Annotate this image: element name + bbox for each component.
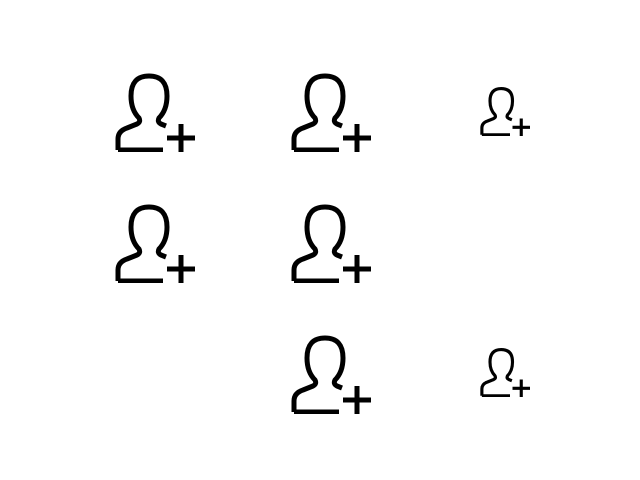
- add-user-icon: [291, 334, 371, 414]
- icon-canvas: [0, 0, 640, 480]
- add-user-icon: [480, 86, 530, 136]
- add-user-icon: [115, 203, 195, 283]
- add-user-icon: [291, 203, 371, 283]
- add-user-icon: [291, 72, 371, 152]
- add-user-icon: [480, 347, 530, 397]
- add-user-icon: [115, 72, 195, 152]
